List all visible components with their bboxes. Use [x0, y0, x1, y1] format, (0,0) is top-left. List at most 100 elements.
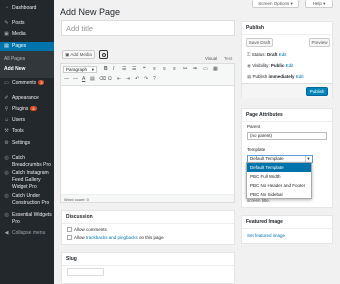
pages-icon: ▤ — [4, 43, 9, 49]
allow-comments-label: Allow comments — [74, 227, 107, 232]
dashboard-icon: ◔ — [4, 5, 9, 11]
preview-button[interactable]: Preview — [309, 38, 330, 47]
link-icon[interactable]: ⚯ — [183, 66, 187, 72]
align-left-icon[interactable]: ≡ — [153, 66, 156, 72]
special-character-icon[interactable]: Ω — [108, 76, 112, 82]
unlink-icon[interactable]: ⚮ — [193, 66, 197, 72]
bold-icon[interactable]: B — [104, 66, 108, 72]
trackbacks-link[interactable]: trackbacks and pingbacks — [86, 235, 138, 240]
save-draft-button[interactable]: Save Draft — [246, 38, 273, 47]
media-icon: ▣ — [65, 52, 70, 57]
clear-formatting-icon[interactable]: ⌫ — [99, 76, 106, 82]
slug-input[interactable] — [67, 268, 104, 276]
editor-status-bar: Word count: 0 — [61, 194, 234, 202]
menu-comments[interactable]: ▭ Comments 3 — [0, 80, 54, 87]
menu-essential-widgets-pro[interactable]: ◎ Essential Widgets Pro — [0, 212, 52, 226]
publish-title[interactable]: Publish — [242, 22, 332, 35]
template-option[interactable]: PBC No Header and Footer — [247, 181, 311, 190]
slug-box: Slug — [61, 252, 235, 284]
plugin-icon: ⚲ — [4, 106, 9, 112]
allow-pingbacks-label: Allow trackbacks and pingbacks on this p… — [74, 235, 164, 240]
indent-icon[interactable]: ⇥ — [126, 76, 130, 82]
submenu-add-new[interactable]: Add New — [4, 66, 25, 72]
slug-title[interactable]: Slug — [62, 253, 234, 266]
users-icon: ☺ — [3, 117, 10, 123]
allow-pingbacks-checkbox[interactable] — [67, 235, 72, 240]
toolbar-toggle-icon[interactable]: ▦ — [213, 66, 218, 72]
parent-select[interactable]: (no parent) — [247, 132, 327, 140]
redo-icon[interactable]: ↷ — [144, 76, 148, 82]
parent-label: Parent — [247, 124, 261, 129]
strikethrough-icon[interactable]: — — [64, 76, 69, 82]
italic-icon[interactable]: I — [113, 66, 114, 72]
menu-pages[interactable]: ▤ Pages — [0, 42, 54, 51]
editor-area: Paragraph ▾ B I ☰ ☰ ❝ ≡ ≡ ≡ ⚯ ⚮ ▭ ▦ — ― A… — [60, 63, 235, 203]
tab-visual[interactable]: Visual — [205, 56, 217, 61]
menu-catch-under-construction-pro[interactable]: ◎ Catch Under Construction Pro — [0, 193, 54, 207]
instagram-icon: ◎ — [4, 170, 9, 176]
editor-toolbar: Paragraph ▾ B I ☰ ☰ ❝ ≡ ≡ ≡ ⚯ ⚮ ▭ ▦ — ― A… — [61, 64, 234, 86]
menu-dashboard[interactable]: ◔ Dashboard — [0, 5, 54, 12]
template-option[interactable]: Default Template — [247, 163, 311, 172]
menu-plugins[interactable]: ⚲ Plugins 5 — [0, 106, 54, 113]
publish-button[interactable]: Publish — [306, 87, 328, 96]
comment-icon: ▭ — [4, 80, 9, 86]
instagram-insert-icon[interactable] — [99, 50, 108, 59]
menu-media[interactable]: ▣ Media — [0, 31, 54, 38]
breadcrumb-icon: ◎ — [4, 155, 9, 161]
edit-date-link[interactable]: Edit — [296, 74, 304, 79]
calendar-icon: ▦ — [247, 74, 252, 79]
screen-options-button[interactable]: Screen Options ▾ — [252, 0, 299, 8]
pin-icon: ✎ — [4, 20, 9, 26]
menu-posts[interactable]: ✎ Posts — [0, 20, 54, 27]
submenu-all-pages[interactable]: All Pages — [4, 56, 25, 62]
featured-image-title[interactable]: Featured Image — [242, 216, 332, 229]
discussion-title[interactable]: Discussion — [62, 211, 234, 224]
bullet-list-icon[interactable]: ☰ — [122, 66, 126, 72]
set-featured-image-link[interactable]: Set featured image — [247, 233, 285, 238]
add-media-button[interactable]: ▣ Add Media — [62, 50, 95, 59]
paste-text-icon[interactable]: ▤ — [90, 76, 95, 82]
tab-text[interactable]: Text — [224, 56, 232, 61]
template-option[interactable]: PBC No Sidebar — [247, 190, 311, 199]
discussion-box: Discussion Allow comments Allow trackbac… — [61, 210, 235, 245]
edit-visibility-link[interactable]: Edit — [286, 63, 294, 68]
keyboard-shortcuts-icon[interactable]: ? — [153, 76, 156, 82]
undo-icon[interactable]: ↶ — [135, 76, 139, 82]
menu-appearance[interactable]: ✐ Appearance — [0, 95, 54, 102]
help-button[interactable]: Help ▾ — [305, 0, 333, 8]
wrench-icon: ⚒ — [4, 128, 9, 134]
align-right-icon[interactable]: ≡ — [173, 66, 176, 72]
menu-catch-instagram-pro[interactable]: ◎ Catch Instagram Feed Gallery Widget Pro — [0, 170, 54, 191]
brush-icon: ✐ — [4, 95, 9, 101]
publish-date-row: ▦ Publish immediately Edit — [247, 74, 304, 79]
edit-status-link[interactable]: Edit — [279, 52, 287, 57]
menu-settings[interactable]: ⚙ Settings — [0, 140, 54, 147]
allow-comments-checkbox[interactable] — [67, 227, 72, 232]
title-input[interactable]: Add title — [61, 20, 235, 36]
format-select[interactable]: Paragraph ▾ — [63, 66, 97, 73]
media-icon: ▣ — [4, 31, 9, 37]
collapse-menu[interactable]: ◀ Collapse menu — [0, 230, 54, 237]
menu-tools[interactable]: ⚒ Tools — [0, 128, 54, 135]
menu-catch-breadcrumbs-pro[interactable]: ◎ Catch Breadcrumbs Pro — [0, 155, 52, 169]
menu-users[interactable]: ☺ Users — [0, 117, 54, 124]
blockquote-icon[interactable]: ❝ — [143, 66, 146, 72]
plugins-count-badge: 5 — [30, 106, 37, 112]
numbered-list-icon[interactable]: ☰ — [132, 66, 136, 72]
page-attributes-title[interactable]: Page Attributes — [242, 109, 332, 122]
comments-count-badge: 3 — [38, 80, 45, 86]
visibility-row: ◉ Visibility: Public Edit — [247, 63, 294, 68]
pages-submenu: All Pages Add New — [0, 51, 54, 78]
read-more-icon[interactable]: ▭ — [203, 66, 208, 72]
settings-icon: ⚙ — [4, 140, 9, 146]
key-icon: ⚿ — [247, 52, 251, 57]
align-center-icon[interactable]: ≡ — [163, 66, 166, 72]
template-dropdown-list: Default Template PBC Full Width PBC No H… — [246, 162, 312, 199]
featured-image-box: Featured Image Set featured image — [241, 215, 333, 244]
template-option[interactable]: PBC Full Width — [247, 172, 311, 181]
outdent-icon[interactable]: ⇤ — [117, 76, 121, 82]
horizontal-line-icon[interactable]: ― — [73, 76, 78, 82]
page-title: Add New Page — [60, 7, 121, 17]
text-color-icon[interactable]: A — [82, 76, 85, 82]
